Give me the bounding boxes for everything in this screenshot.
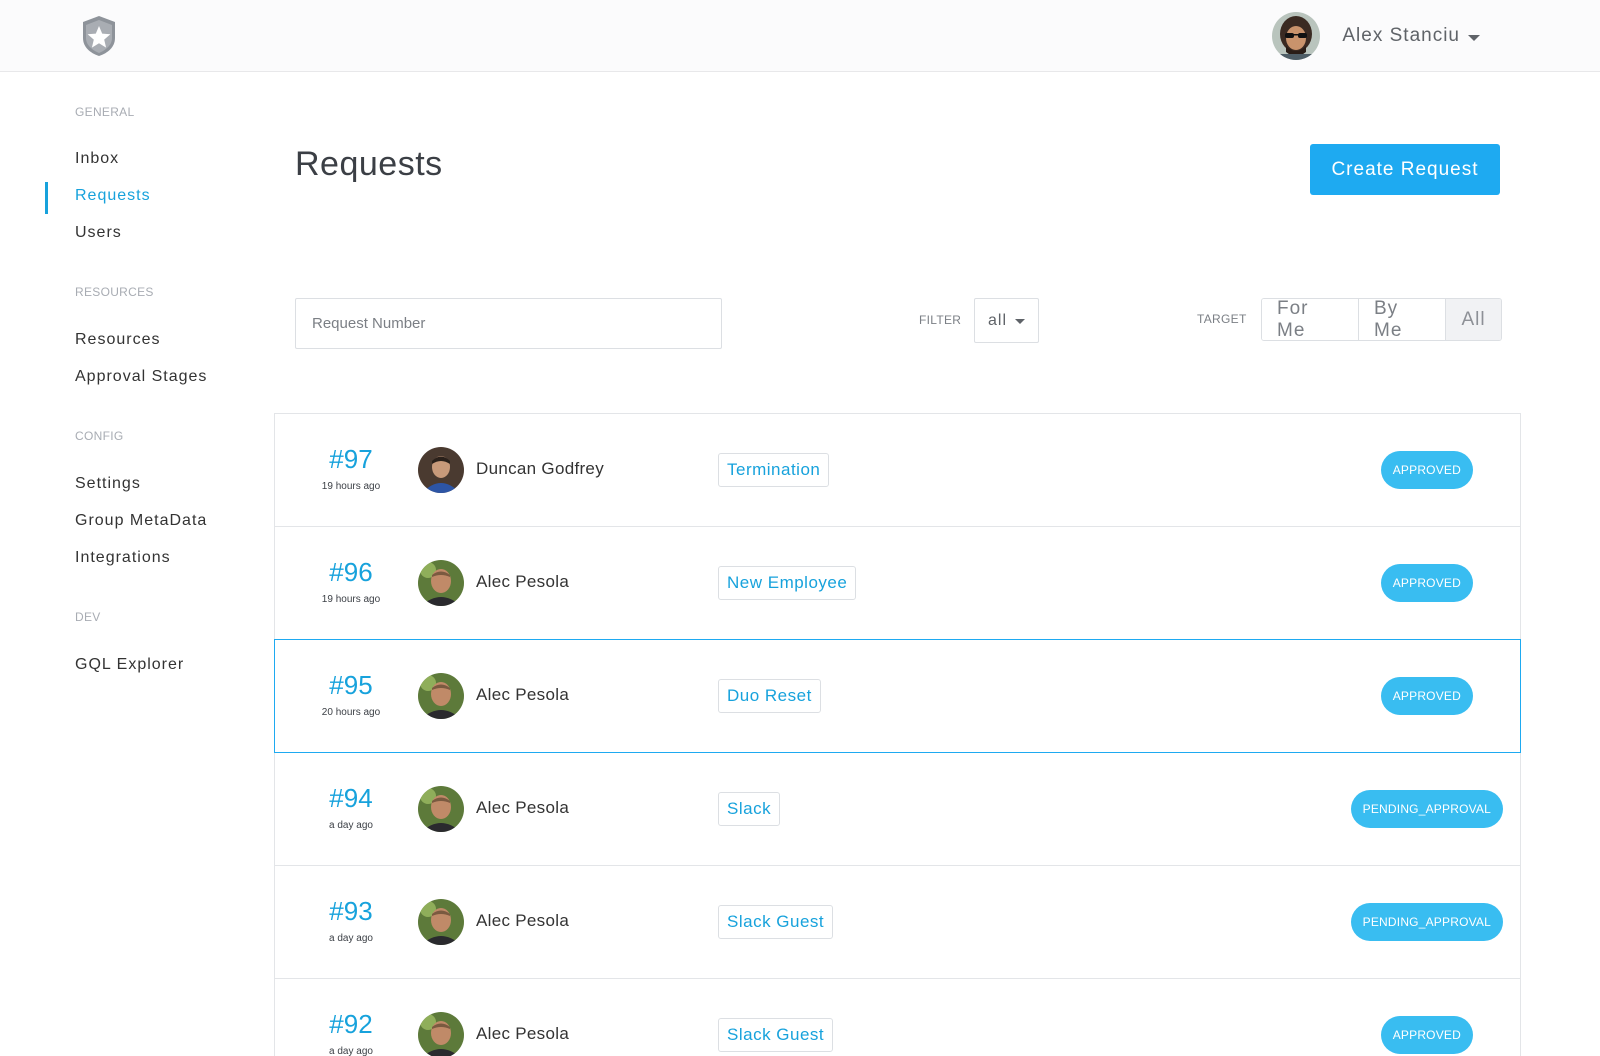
sidebar-item-requests[interactable]: Requests xyxy=(75,187,151,205)
status-badge: APPROVED xyxy=(1380,677,1473,715)
request-time: 20 hours ago xyxy=(321,707,381,718)
target-label: TARGET xyxy=(1197,312,1247,326)
status-badge: APPROVED xyxy=(1380,564,1473,602)
request-row[interactable]: #95 20 hours ago Alec Pesola Duo Reset A… xyxy=(274,639,1521,753)
request-number[interactable]: #96 xyxy=(275,557,427,588)
target-all-button[interactable]: All xyxy=(1446,299,1501,340)
sidebar-item-group-metadata[interactable]: Group MetaData xyxy=(75,512,207,530)
active-indicator xyxy=(45,182,48,214)
request-time: a day ago xyxy=(329,1046,373,1056)
request-row[interactable]: #92 a day ago Alec Pesola Slack Guest AP… xyxy=(274,978,1521,1056)
sidebar-section-resources: RESOURCES xyxy=(75,285,154,299)
request-user: Alec Pesola xyxy=(476,911,570,930)
user-name[interactable]: Alex Stanciu xyxy=(1342,25,1460,47)
top-bar: Alex Stanciu xyxy=(0,0,1600,72)
sidebar-section-config: CONFIG xyxy=(75,429,124,443)
status-badge: PENDING_APPROVAL xyxy=(1350,903,1503,941)
avatar xyxy=(418,786,464,832)
avatar xyxy=(418,1012,464,1056)
sidebar: GENERAL Inbox Requests Users RESOURCES R… xyxy=(0,72,250,1056)
request-row[interactable]: #96 19 hours ago Alec Pesola New Employe… xyxy=(274,526,1521,640)
request-user: Alec Pesola xyxy=(476,685,570,704)
avatar xyxy=(418,673,464,719)
request-time: a day ago xyxy=(329,820,373,831)
request-user: Alec Pesola xyxy=(476,572,570,591)
avatar xyxy=(418,447,464,493)
request-time: 19 hours ago xyxy=(321,481,381,492)
request-type-tag: Duo Reset xyxy=(718,679,821,713)
status-badge: APPROVED xyxy=(1380,451,1473,489)
request-user: Alec Pesola xyxy=(476,1024,570,1043)
avatar xyxy=(418,560,464,606)
request-number[interactable]: #95 xyxy=(275,670,427,701)
sidebar-item-settings[interactable]: Settings xyxy=(75,475,141,493)
sidebar-section-dev: DEV xyxy=(75,610,101,624)
chevron-down-icon[interactable] xyxy=(1015,319,1026,324)
status-badge: PENDING_APPROVAL xyxy=(1350,790,1503,828)
target-for-me-button[interactable]: For Me xyxy=(1262,299,1359,340)
filter-label: FILTER xyxy=(919,313,962,327)
request-type-tag: New Employee xyxy=(718,566,857,600)
request-row[interactable]: #97 19 hours ago Duncan Godfrey Terminat… xyxy=(274,413,1521,527)
filter-select[interactable]: all xyxy=(974,298,1039,343)
sidebar-section-general: GENERAL xyxy=(75,105,135,119)
shield-star-icon[interactable] xyxy=(80,14,118,58)
request-type-tag: Termination xyxy=(718,453,830,487)
request-number-input[interactable] xyxy=(295,298,722,349)
sidebar-item-resources[interactable]: Resources xyxy=(75,331,160,349)
request-number[interactable]: #93 xyxy=(275,896,427,927)
request-user: Duncan Godfrey xyxy=(476,459,604,478)
avatar[interactable] xyxy=(1272,12,1321,60)
target-toggle-group: For Me By Me All xyxy=(1261,298,1502,341)
request-type-tag: Slack Guest xyxy=(718,905,834,939)
request-number[interactable]: #97 xyxy=(275,444,427,475)
request-time: a day ago xyxy=(329,933,373,944)
sidebar-item-integrations[interactable]: Integrations xyxy=(75,549,171,567)
avatar xyxy=(418,899,464,945)
status-badge: APPROVED xyxy=(1380,1016,1473,1054)
request-type-tag: Slack Guest xyxy=(718,1018,834,1052)
request-row[interactable]: #94 a day ago Alec Pesola Slack PENDING_… xyxy=(274,752,1521,866)
request-number[interactable]: #92 xyxy=(275,1009,427,1040)
request-list: #97 19 hours ago Duncan Godfrey Terminat… xyxy=(274,413,1521,1056)
request-user: Alec Pesola xyxy=(476,798,570,817)
user-menu[interactable]: Alex Stanciu xyxy=(1272,12,1480,60)
request-number[interactable]: #94 xyxy=(275,783,427,814)
target-by-me-button[interactable]: By Me xyxy=(1359,299,1446,340)
sidebar-item-users[interactable]: Users xyxy=(75,224,122,242)
sidebar-item-approval-stages[interactable]: Approval Stages xyxy=(75,368,207,386)
sidebar-item-gql-explorer[interactable]: GQL Explorer xyxy=(75,656,184,674)
request-row[interactable]: #93 a day ago Alec Pesola Slack Guest PE… xyxy=(274,865,1521,979)
request-time: 19 hours ago xyxy=(321,594,381,605)
page-title: Requests xyxy=(295,145,443,183)
filter-value[interactable]: all xyxy=(988,312,1007,330)
sidebar-item-inbox[interactable]: Inbox xyxy=(75,150,119,168)
chevron-down-icon[interactable] xyxy=(1468,34,1480,41)
create-request-button[interactable]: Create Request xyxy=(1310,144,1500,195)
request-type-tag: Slack xyxy=(718,792,781,826)
